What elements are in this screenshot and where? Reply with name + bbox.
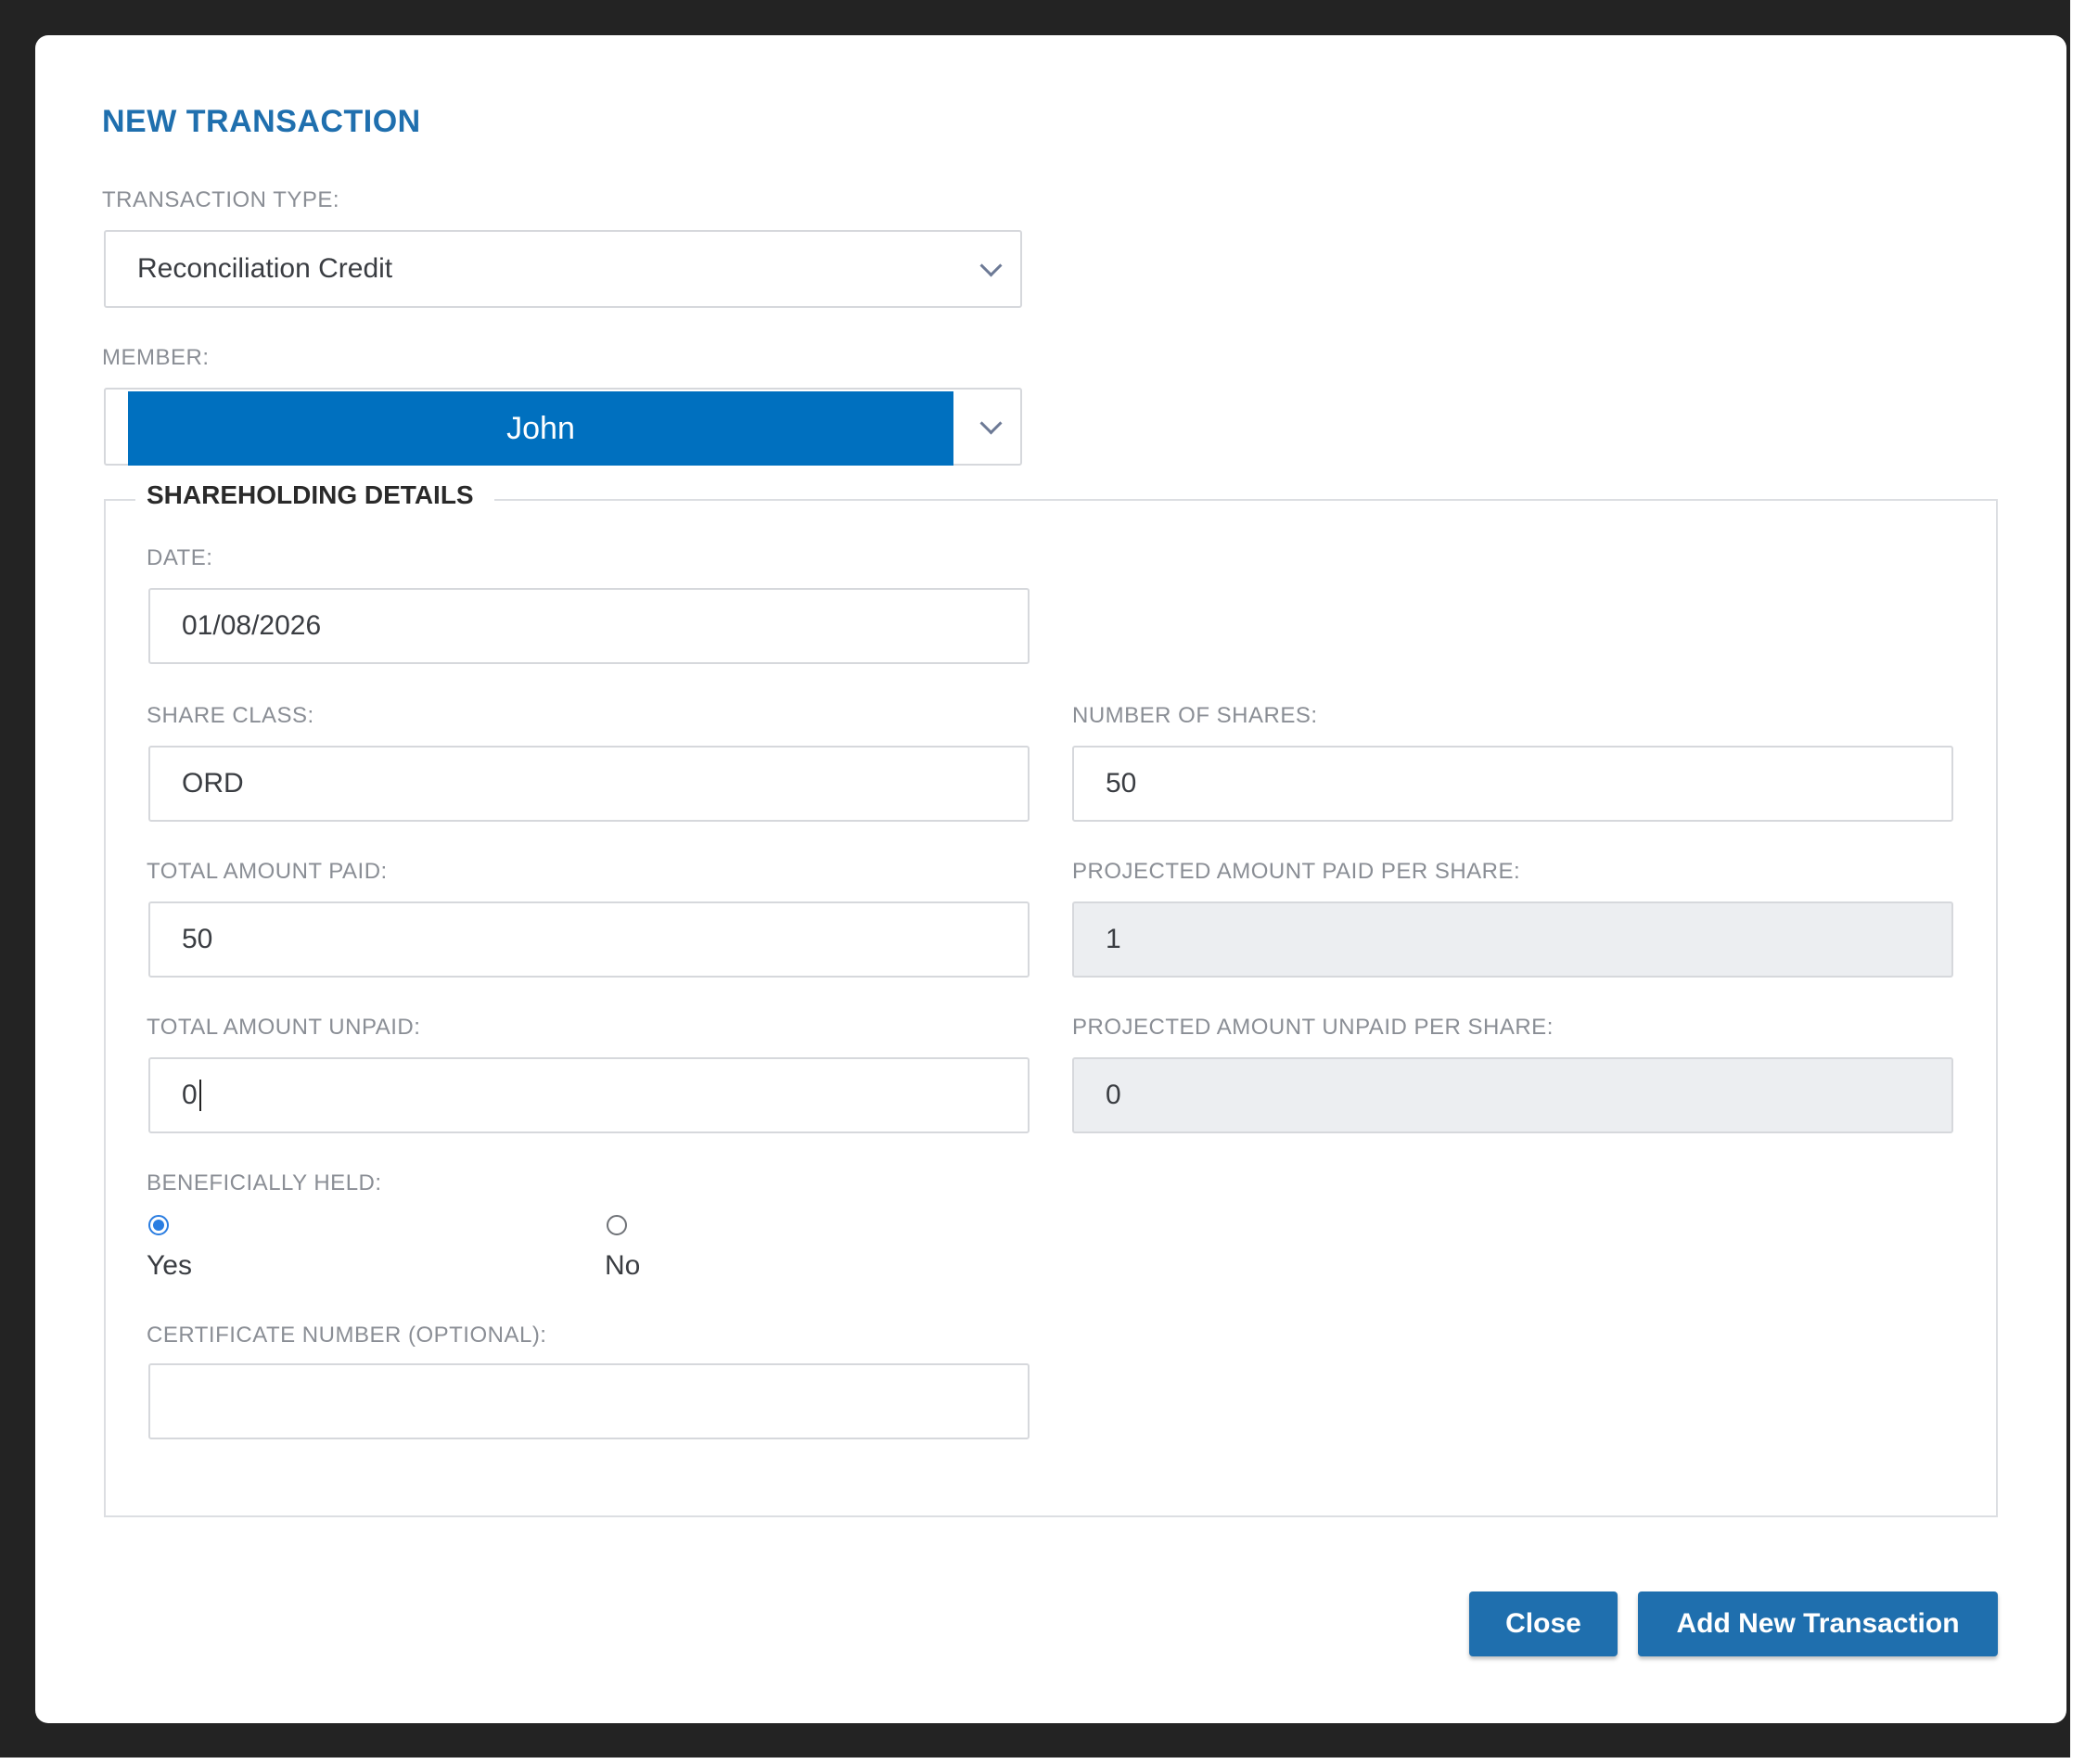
certificate-number-label: CERTIFICATE NUMBER (OPTIONAL):	[147, 1323, 547, 1348]
number-of-shares-label: NUMBER OF SHARES:	[1072, 703, 1318, 728]
projected-paid-per-share-label: PROJECTED AMOUNT PAID PER SHARE:	[1072, 859, 1521, 884]
text-cursor	[198, 1080, 201, 1111]
share-class-value: ORD	[182, 768, 244, 799]
add-new-transaction-button[interactable]: Add New Transaction	[1638, 1591, 1998, 1656]
transaction-type-label: TRANSACTION TYPE:	[102, 187, 340, 212]
transaction-type-value: Reconciliation Credit	[137, 253, 393, 284]
total-amount-unpaid-label: TOTAL AMOUNT UNPAID:	[147, 1015, 421, 1040]
total-amount-unpaid-value: 0	[182, 1080, 198, 1110]
shareholding-details-legend: SHAREHOLDING DETAILS	[135, 480, 494, 510]
projected-unpaid-per-share-label: PROJECTED AMOUNT UNPAID PER SHARE:	[1072, 1015, 1554, 1040]
total-amount-paid-label: TOTAL AMOUNT PAID:	[147, 859, 388, 884]
projected-paid-per-share-field: 1	[1072, 901, 1953, 978]
transaction-type-select[interactable]: Reconciliation Credit	[104, 230, 1022, 308]
radio-no-label[interactable]: No	[605, 1250, 640, 1282]
total-amount-paid-value: 50	[182, 924, 213, 954]
modal-title: NEW TRANSACTION	[102, 104, 421, 139]
date-label: DATE:	[147, 545, 213, 570]
member-select[interactable]: John	[104, 388, 1022, 466]
share-class-input[interactable]: ORD	[148, 746, 1030, 822]
beneficially-held-label: BENEFICIALLY HELD:	[147, 1170, 382, 1195]
total-amount-paid-input[interactable]: 50	[148, 901, 1030, 978]
radio-yes[interactable]	[148, 1215, 169, 1235]
total-amount-unpaid-input[interactable]: 0	[148, 1057, 1030, 1133]
radio-no[interactable]	[607, 1215, 627, 1235]
date-input[interactable]: 01/08/2026	[148, 588, 1030, 664]
member-selected-option[interactable]: John	[128, 391, 953, 466]
number-of-shares-input[interactable]: 50	[1072, 746, 1953, 822]
chevron-down-icon	[979, 254, 1003, 277]
certificate-number-input[interactable]	[148, 1363, 1030, 1439]
chevron-down-icon	[979, 412, 1003, 435]
member-label: MEMBER:	[102, 345, 210, 370]
share-class-label: SHARE CLASS:	[147, 703, 314, 728]
date-value: 01/08/2026	[182, 610, 322, 641]
projected-unpaid-per-share-value: 0	[1106, 1080, 1121, 1110]
number-of-shares-value: 50	[1106, 768, 1137, 799]
projected-unpaid-per-share-field: 0	[1072, 1057, 1953, 1133]
close-button[interactable]: Close	[1469, 1591, 1618, 1656]
projected-paid-per-share-value: 1	[1106, 924, 1121, 954]
radio-yes-label[interactable]: Yes	[147, 1250, 192, 1282]
